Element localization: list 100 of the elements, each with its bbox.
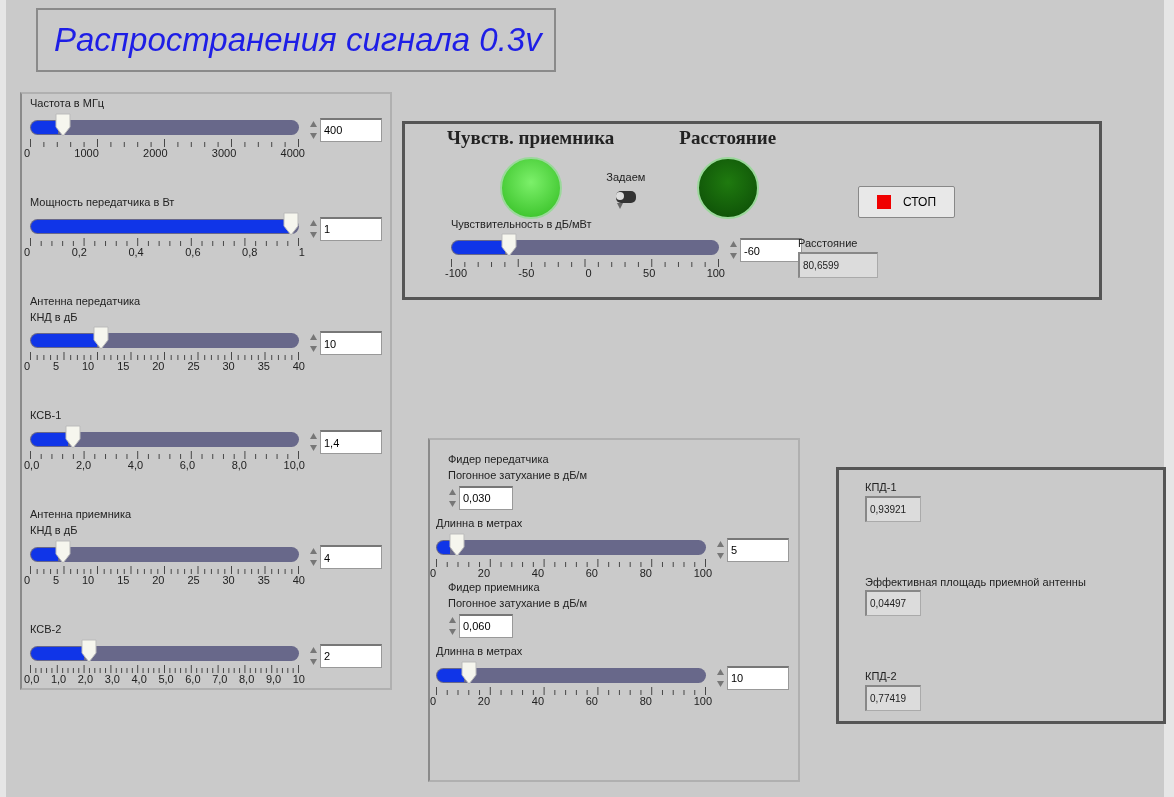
scale-label: 1000 [74,146,99,161]
slider-track[interactable] [30,645,299,661]
scale-label: 50 [643,267,656,281]
scale-label: 20 [152,574,165,588]
feeder-label: Погонное затухание в дБ/м [448,595,588,611]
led-label: Расстояние [679,126,777,150]
feeder-label: Погонное затухание в дБ/м [448,467,588,483]
slider-thumb[interactable] [501,233,518,258]
scale-label: 0 [430,566,437,580]
slider-label: КНД в дБ [30,523,79,539]
scale-label: 0,8 [242,245,258,259]
scale-label: 6,0 [179,459,195,473]
scale-label: 20 [477,694,491,708]
stop-button[interactable]: СТОП [858,186,956,218]
scale-label: 0,0 [24,672,40,686]
scale-label: 60 [585,694,598,708]
numeric-field[interactable]: 1,4 [320,430,382,455]
spinner-arrows-icon[interactable] [309,546,318,568]
scale-label: 1 [298,245,305,259]
slider-label: Антенна приемника [30,507,133,523]
scale-label: 0 [24,245,31,259]
scale-label: 0 [24,146,31,161]
spinner-arrows-icon[interactable] [309,431,318,454]
slider-label: КНД в дБ [30,309,79,325]
scale-label: 15 [117,360,130,374]
numeric-field[interactable]: 5 [727,537,789,562]
feeder-label: Фидер передатчика [448,452,550,467]
slider-track[interactable] [436,667,706,683]
scale-label: 3,0 [104,672,120,686]
scale-label: 5 [53,574,60,588]
indicator-label: КПД-2 [865,669,898,685]
slider-label: Длинна в метрах [436,515,524,531]
scale-label: 8,0 [231,459,247,473]
scale-label: 2,0 [77,672,94,686]
spinner-arrows-icon[interactable] [309,332,318,355]
slider-track[interactable] [436,539,706,555]
numeric-field[interactable]: 10 [320,331,382,356]
slider-label: Антенна передатчика [30,293,142,309]
slider-track[interactable] [30,547,299,562]
scale-label: 3000 [211,146,237,161]
scale-label: -100 [445,267,468,281]
scale-label: 0,0 [24,459,40,473]
numeric-field[interactable]: 0,030 [459,485,513,510]
scale-label: 0 [585,267,592,281]
scale-label: 35 [257,360,270,374]
spinner-arrows-icon[interactable] [448,486,457,509]
slider-thumb[interactable] [283,211,299,236]
scale-label: 20 [477,566,491,580]
scale-label: 7,0 [212,672,228,686]
scale-label: 4000 [280,146,305,161]
scale-label: 100 [693,694,712,708]
scale-label: 1,0 [50,672,67,686]
slider-thumb[interactable] [448,532,465,557]
numeric-field[interactable]: 10 [727,665,789,690]
slider-thumb[interactable] [93,326,110,351]
stop-square-icon [877,195,891,209]
scale-label: 10,0 [283,459,305,473]
spinner-arrows-icon[interactable] [309,118,318,141]
spinner-arrows-icon[interactable] [309,217,318,240]
scale-label: 5,0 [158,672,174,686]
slider-thumb[interactable] [65,425,82,450]
slider-thumb[interactable] [55,540,72,564]
scale-label: 0,6 [185,245,201,259]
scale-label: 25 [187,360,200,374]
spinner-arrows-icon[interactable] [716,666,725,689]
slider-track[interactable] [451,240,719,256]
scale-label: 2000 [143,146,168,161]
scale-label: 40 [292,574,305,588]
scale-label: 20 [152,360,165,374]
slider-thumb[interactable] [55,112,72,137]
scale-label: 0,4 [128,245,144,259]
scale-label: 30 [222,574,235,588]
numeric-field[interactable]: 400 [320,117,382,142]
switch-label: Задаем [606,170,646,185]
feeder-label: Фидер приемника [448,580,541,595]
slider-thumb[interactable] [461,660,478,685]
slider-label: Длинна в метрах [436,643,524,659]
scale-label: 0,2 [71,245,87,259]
spinner-arrows-icon[interactable] [309,644,318,667]
numeric-indicator: 80,6599 [798,251,878,278]
indicator-label: КПД-1 [865,480,898,495]
slider-label: Частота в МГц [30,96,106,111]
spinner-arrows-icon[interactable] [716,538,725,561]
numeric-field[interactable]: 4 [320,545,382,569]
scale-label: 9,0 [265,672,282,686]
scale-label: 100 [693,566,712,580]
slider-track[interactable] [30,119,299,135]
numeric-field[interactable]: 2 [320,643,382,668]
scale-label: 30 [222,360,235,374]
scale-label: 40 [531,566,545,580]
slider-track[interactable] [30,333,299,349]
numeric-field[interactable]: 0,060 [459,613,513,638]
led-label: Чувств. приемника [447,126,615,150]
slider-thumb[interactable] [80,638,97,663]
spinner-arrows-icon[interactable] [448,614,457,637]
numeric-field[interactable]: 1 [320,216,382,241]
scale-label: 4,0 [131,672,147,686]
slider-track[interactable] [30,432,299,448]
scale-label: 8,0 [239,672,255,686]
spinner-arrows-icon[interactable] [729,239,738,262]
